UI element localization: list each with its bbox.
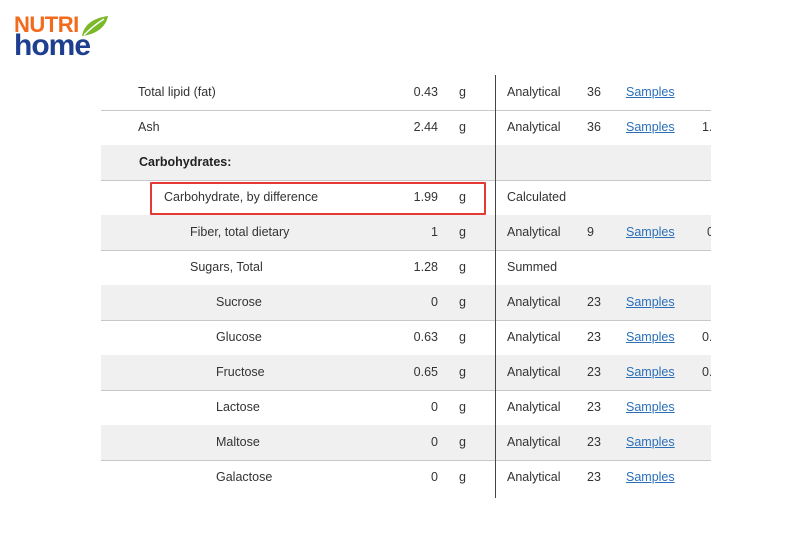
nutrient-unit: g (459, 85, 466, 99)
method: Analytical (507, 365, 561, 379)
samples-link[interactable]: Samples (626, 110, 675, 145)
nutrient-value: 0.65 (413, 365, 438, 379)
logo-text-home: home (14, 29, 91, 62)
table-row: Carbohydrates: (101, 145, 711, 181)
samples-link[interactable]: Samples (626, 355, 675, 390)
method: Analytical (507, 295, 561, 309)
nutrient-value: 2.44 (413, 120, 438, 134)
nutrient-unit: g (459, 470, 466, 484)
sample-count: 36 (587, 120, 601, 134)
method: Analytical (507, 120, 561, 134)
table-row: Fructose 0.65 g Analytical 23 Samples 0. (101, 355, 711, 391)
section-heading: Carbohydrates: (139, 155, 232, 169)
extra-value: 0 (707, 225, 711, 239)
table-row: Maltose 0 g Analytical 23 Samples (101, 425, 711, 461)
extra-value: 0. (702, 365, 711, 379)
nutrient-unit: g (459, 435, 466, 449)
nutrient-unit: g (459, 365, 466, 379)
samples-link[interactable]: Samples (626, 285, 675, 320)
table-row: Ash 2.44 g Analytical 36 Samples 1. (101, 110, 711, 146)
samples-link[interactable]: Samples (626, 460, 675, 495)
column-divider (495, 75, 496, 498)
nutrient-name: Ash (138, 120, 160, 134)
sample-count: 9 (587, 225, 594, 239)
nutrient-value: 1 (431, 225, 438, 239)
nutrient-value: 0.63 (413, 330, 438, 344)
samples-link[interactable]: Samples (626, 215, 675, 250)
method: Analytical (507, 330, 561, 344)
sample-count: 23 (587, 365, 601, 379)
nutrient-unit: g (459, 295, 466, 309)
samples-link[interactable]: Samples (626, 75, 675, 110)
sample-count: 23 (587, 330, 601, 344)
nutrient-name: Lactose (216, 400, 260, 414)
nutrient-value: 0.43 (413, 85, 438, 99)
nutrient-value: 0 (431, 295, 438, 309)
nutrient-value: 1.28 (413, 260, 438, 274)
table-row: Total lipid (fat) 0.43 g Analytical 36 S… (101, 75, 711, 111)
method: Analytical (507, 400, 561, 414)
nutrient-unit: g (459, 330, 466, 344)
table-row: Sucrose 0 g Analytical 23 Samples (101, 285, 711, 321)
extra-value: 0. (702, 330, 711, 344)
highlight-box (150, 182, 486, 215)
nutrient-name: Sugars, Total (190, 260, 263, 274)
nutrient-unit: g (459, 400, 466, 414)
sample-count: 23 (587, 435, 601, 449)
method: Calculated (507, 190, 567, 204)
nutrient-value: 0 (431, 400, 438, 414)
nutrient-name: Fiber, total dietary (190, 225, 290, 239)
table-row: Sugars, Total 1.28 g Summed (101, 250, 711, 286)
nutrient-unit: g (459, 225, 466, 239)
method: Analytical (507, 225, 561, 239)
samples-link[interactable]: Samples (626, 320, 675, 355)
table-row: Glucose 0.63 g Analytical 23 Samples 0. (101, 320, 711, 356)
nutrient-name: Sucrose (216, 295, 262, 309)
samples-link[interactable]: Samples (626, 425, 675, 460)
sample-count: 23 (587, 400, 601, 414)
nutrient-name: Maltose (216, 435, 260, 449)
nutrient-value: 0 (431, 435, 438, 449)
nutrient-name: Fructose (216, 365, 265, 379)
nutrient-table: Total lipid (fat) 0.43 g Analytical 36 S… (101, 75, 711, 498)
method: Analytical (507, 435, 561, 449)
nutrient-value: 0 (431, 470, 438, 484)
nutrient-unit: g (459, 120, 466, 134)
sample-count: 23 (587, 470, 601, 484)
nutrient-name: Galactose (216, 470, 273, 484)
extra-value: 1. (702, 120, 711, 134)
table-row: Galactose 0 g Analytical 23 Samples (101, 460, 711, 495)
table-row: Fiber, total dietary 1 g Analytical 9 Sa… (101, 215, 711, 251)
table-row: Lactose 0 g Analytical 23 Samples (101, 390, 711, 426)
nutrihome-logo: NUTRI home (14, 14, 114, 64)
method: Analytical (507, 85, 561, 99)
nutrient-unit: g (459, 260, 466, 274)
method: Summed (507, 260, 558, 274)
sample-count: 23 (587, 295, 601, 309)
method: Analytical (507, 470, 561, 484)
sample-count: 36 (587, 85, 601, 99)
nutrient-name: Total lipid (fat) (138, 85, 216, 99)
nutrient-name: Glucose (216, 330, 262, 344)
samples-link[interactable]: Samples (626, 390, 675, 425)
